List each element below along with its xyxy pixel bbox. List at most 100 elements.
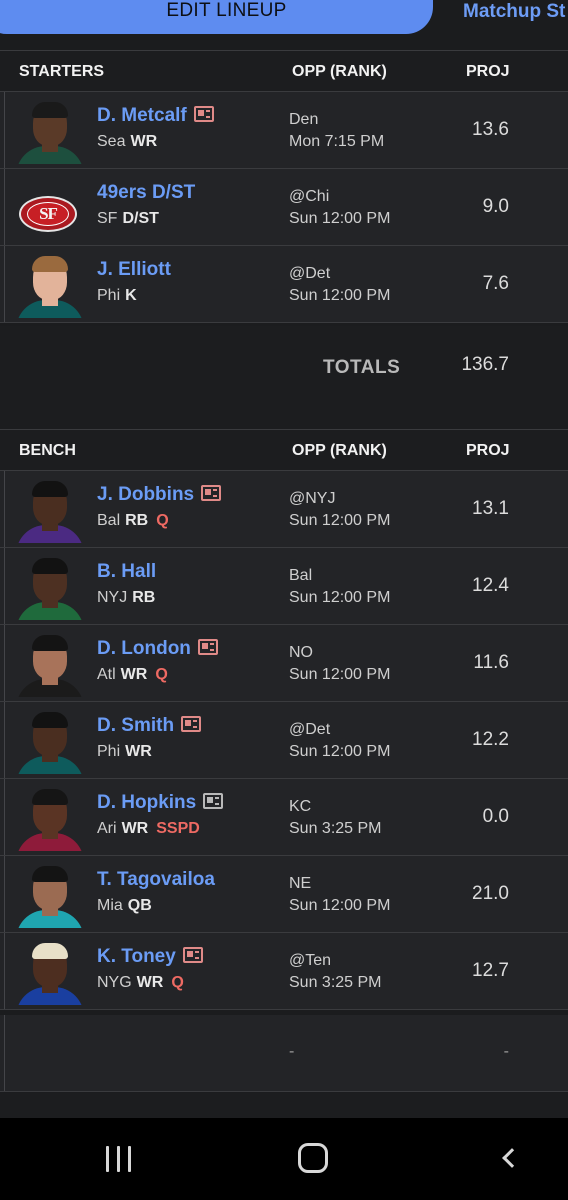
- bench-title: BENCH: [19, 442, 76, 459]
- team-abbr: Bal: [97, 512, 121, 529]
- news-icon[interactable]: [193, 105, 214, 122]
- projected-points: 11.6: [473, 652, 509, 673]
- player-headshot[interactable]: [10, 631, 90, 697]
- starters-list: D. Metcalf Sea WR Den Mon 7:15 PM 13.6 SF 49ers…: [0, 92, 568, 323]
- position: WR: [120, 666, 148, 683]
- player-name-link[interactable]: 49ers D/ST: [97, 182, 195, 204]
- player-name-link[interactable]: K. Toney: [97, 946, 203, 968]
- player-row[interactable]: D. London Atl WR Q NO Sun 12:00 PM 11.6: [0, 625, 568, 702]
- news-icon[interactable]: [181, 715, 202, 732]
- player-name-link[interactable]: D. Smith: [97, 715, 202, 737]
- hair-shape: [32, 866, 68, 882]
- position: QB: [127, 897, 152, 914]
- hair-shape: [32, 789, 68, 805]
- player-row[interactable]: D. Hopkins Ari WR SSPD KC Sun 3:25 PM 0.0: [0, 779, 568, 856]
- home-icon[interactable]: [298, 1143, 328, 1173]
- player-row[interactable]: D. Smith Phi WR @Det Sun 12:00 PM 12.2: [0, 702, 568, 779]
- game-time: Sun 12:00 PM: [289, 287, 391, 304]
- game-time: Mon 7:15 PM: [289, 133, 385, 150]
- player-team-position: Phi K: [97, 287, 137, 305]
- game-time: Sun 3:25 PM: [289, 974, 382, 991]
- player-headshot[interactable]: [10, 862, 90, 928]
- opponent: @NYJ: [289, 490, 336, 507]
- recents-icon[interactable]: [106, 1146, 132, 1172]
- player-row[interactable]: D. Metcalf Sea WR Den Mon 7:15 PM 13.6: [0, 92, 568, 169]
- projected-points: 7.6: [482, 273, 509, 294]
- player-name-link[interactable]: B. Hall: [97, 561, 156, 583]
- player-name-link[interactable]: D. London: [97, 638, 218, 660]
- opp-rank-column-header[interactable]: OPP (RANK): [292, 442, 387, 460]
- opponent-info: @Ten Sun 3:25 PM: [289, 950, 382, 994]
- player-headshot[interactable]: [10, 477, 90, 543]
- player-name-link[interactable]: D. Hopkins: [97, 792, 224, 814]
- position: RB: [132, 589, 156, 606]
- player-row[interactable]: B. Hall NYJ RB Bal Sun 12:00 PM 12.4: [0, 548, 568, 625]
- injury-status-badge: Q: [155, 666, 168, 683]
- player-row[interactable]: SF 49ers D/ST SF D/ST @Chi Sun 12:00 PM 9.0: [0, 169, 568, 246]
- tab-edit-lineup-label: EDIT LINEUP: [166, 0, 287, 21]
- projected-points: 12.4: [472, 575, 509, 596]
- news-icon[interactable]: [203, 792, 224, 809]
- game-time: Sun 12:00 PM: [289, 210, 391, 227]
- injury-status-badge: SSPD: [156, 820, 200, 837]
- empty-proj: -: [503, 1043, 509, 1060]
- proj-column-header[interactable]: PROJ: [466, 63, 510, 81]
- player-name-link[interactable]: J. Dobbins: [97, 484, 222, 506]
- player-name: D. Metcalf: [97, 105, 187, 126]
- opp-rank-column-header[interactable]: OPP (RANK): [292, 63, 387, 81]
- back-icon[interactable]: [497, 1146, 523, 1172]
- projected-points: 12.2: [472, 729, 509, 750]
- player-name-link[interactable]: J. Elliott: [97, 259, 171, 281]
- empty-bench-slot[interactable]: - -: [0, 1015, 568, 1092]
- player-name: 49ers D/ST: [97, 182, 196, 203]
- system-nav-bar: [0, 1118, 568, 1200]
- hair-shape: [32, 256, 68, 272]
- player-headshot[interactable]: [10, 252, 90, 318]
- player-headshot[interactable]: [10, 98, 90, 164]
- position: K: [125, 287, 137, 304]
- game-time: Sun 12:00 PM: [289, 512, 391, 529]
- position: WR: [125, 743, 152, 760]
- player-team-position: Mia QB: [97, 897, 152, 915]
- hair-shape: [32, 558, 68, 574]
- team-logo[interactable]: SF: [10, 175, 90, 241]
- team-abbr: NYJ: [97, 589, 128, 606]
- player-headshot[interactable]: [10, 939, 90, 1005]
- projected-points: 9.0: [482, 196, 509, 217]
- opponent: @Ten: [289, 952, 332, 969]
- player-team-position: NYG WR Q: [97, 974, 184, 992]
- team-abbr: NYG: [97, 974, 132, 991]
- player-team-position: Atl WR Q: [97, 666, 168, 684]
- hair-shape: [32, 635, 68, 651]
- proj-column-header[interactable]: PROJ: [466, 442, 510, 460]
- totals-row: TOTALS 136.7: [0, 326, 568, 429]
- hair-shape: [32, 943, 68, 959]
- player-name-link[interactable]: D. Metcalf: [97, 105, 214, 127]
- player-row[interactable]: J. Dobbins Bal RB Q @NYJ Sun 12:00 PM 13.1: [0, 471, 568, 548]
- player-row[interactable]: T. Tagovailoa Mia QB NE Sun 12:00 PM 21.0: [0, 856, 568, 933]
- team-abbr: SF: [97, 210, 118, 227]
- news-icon[interactable]: [182, 946, 203, 963]
- injury-status-badge: Q: [156, 512, 169, 529]
- player-headshot[interactable]: [10, 708, 90, 774]
- opponent-info: @NYJ Sun 12:00 PM: [289, 488, 390, 532]
- opponent: NO: [289, 644, 313, 661]
- player-headshot[interactable]: [10, 785, 90, 851]
- totals-label: TOTALS: [323, 357, 401, 378]
- news-icon[interactable]: [201, 484, 222, 501]
- opponent-info: NO Sun 12:00 PM: [289, 642, 390, 686]
- hair-shape: [32, 481, 68, 497]
- team-abbr: Mia: [97, 897, 123, 914]
- game-time: Sun 12:00 PM: [289, 743, 391, 760]
- tab-matchup[interactable]: Matchup St: [463, 0, 565, 26]
- player-row[interactable]: J. Elliott Phi K @Det Sun 12:00 PM 7.6: [0, 246, 568, 323]
- tab-edit-lineup[interactable]: EDIT LINEUP: [0, 0, 433, 34]
- niners-logo-text: SF: [27, 202, 69, 226]
- game-time: Sun 12:00 PM: [289, 589, 391, 606]
- player-team-position: Sea WR: [97, 133, 157, 151]
- player-name-link[interactable]: T. Tagovailoa: [97, 869, 215, 891]
- projected-points: 13.6: [472, 119, 509, 140]
- player-row[interactable]: K. Toney NYG WR Q @Ten Sun 3:25 PM 12.7: [0, 933, 568, 1010]
- news-icon[interactable]: [197, 638, 218, 655]
- player-headshot[interactable]: [10, 554, 90, 620]
